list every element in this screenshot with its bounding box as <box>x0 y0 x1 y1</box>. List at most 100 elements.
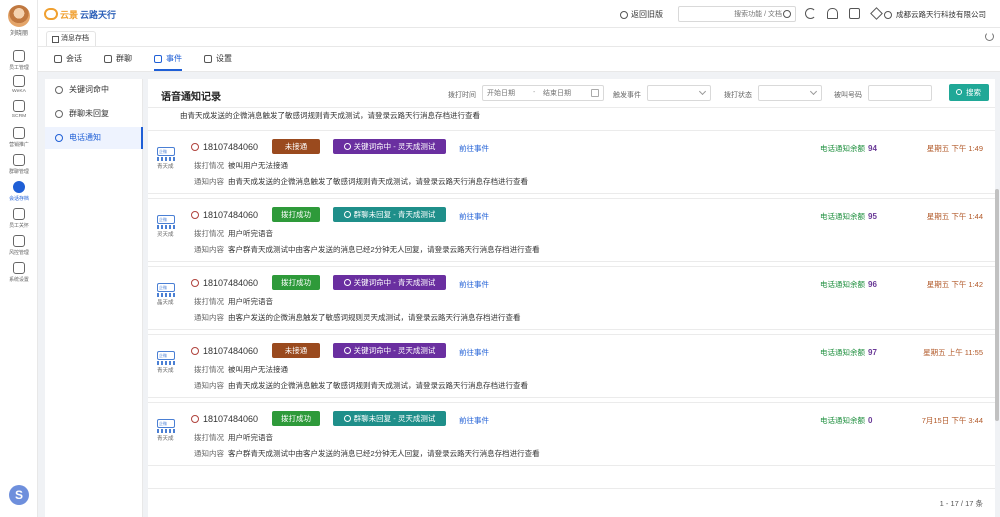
globe-icon <box>620 10 628 19</box>
search-box[interactable] <box>678 6 796 22</box>
main-panel: 语音通知记录 拨打时间 - 触发事件 拨打状态 被叫号码 搜索 由青天成发送的企… <box>148 79 999 517</box>
event-type-menu: 关键词命中 群聊未回复 电话通知 <box>45 79 143 517</box>
remaining-label: 电话通知余额 <box>820 416 865 425</box>
menu-item-keyword-hit[interactable]: 关键词命中 <box>45 79 143 101</box>
call-detail-value: 用户听完语音 <box>228 297 273 306</box>
record-card: 企微 青天成 18107484060 未接通 关键词命中 - 灵天成测试 前往事件 拨打情况… <box>148 130 995 194</box>
tab-session[interactable]: 会话 <box>54 47 82 71</box>
remaining-count: 95 <box>868 212 877 221</box>
rail-item-archive[interactable]: 会话存档 <box>0 181 38 202</box>
rail-item-staff[interactable]: 员工管理 <box>0 50 38 71</box>
phone-text: 18107484060 <box>203 210 259 220</box>
record-list[interactable]: 由青天成发送的企微消息触发了敏感词规则青天成测试，请登录云路天行消息存档进行查看… <box>148 108 995 488</box>
call-detail-row: 拨打情况 用户听完语音 <box>194 228 273 239</box>
page-title: 语音通知记录 <box>161 92 221 103</box>
record-time: 7月15日 下午 3:44 <box>921 416 983 425</box>
phone-number: 18107484060 <box>191 278 258 288</box>
search-input[interactable] <box>682 8 782 20</box>
call-detail-value: 用户听完语音 <box>228 229 273 238</box>
goto-event-link[interactable]: 前往事件 <box>459 211 489 222</box>
remaining-balance: 电话通知余额 0 <box>820 415 872 426</box>
goto-event-link[interactable]: 前往事件 <box>459 347 489 358</box>
search-icon[interactable] <box>783 10 791 18</box>
start-date-input[interactable] <box>487 88 531 99</box>
phone-text: 18107484060 <box>203 414 259 424</box>
remaining-label: 电话通知余额 <box>820 144 865 153</box>
date-range-picker[interactable]: - <box>482 85 604 101</box>
call-detail-value: 被叫用户无法接通 <box>228 161 288 170</box>
notify-content-key: 通知内容 <box>194 177 224 186</box>
menu-item-phone-notify[interactable]: 电话通知 <box>45 127 143 149</box>
rail-item-label: 群聊管理 <box>9 169 29 175</box>
partial-record-content: 由青天成发送的企微消息触发了敏感词规则青天成测试，请登录云路天行消息存档进行查看 <box>180 111 480 120</box>
rail-item-weka[interactable]: WeKA <box>0 75 38 94</box>
remaining-count: 0 <box>868 416 873 425</box>
brand-mark-icon <box>44 8 58 20</box>
weka-icon <box>13 75 25 87</box>
goto-event-link[interactable]: 前往事件 <box>459 143 489 154</box>
document-icon[interactable] <box>849 8 860 19</box>
rail-item-marketing[interactable]: 营销推广 <box>0 127 38 148</box>
rail-item-label: SCRM <box>11 113 27 119</box>
rail-item-scrm[interactable]: SCRM <box>0 100 38 119</box>
wecom-contact-thumb: 企微 晶天成 <box>157 283 179 309</box>
call-status-badge: 未接通 <box>272 139 320 154</box>
called-number-field[interactable] <box>868 85 932 101</box>
diamond-icon[interactable] <box>870 7 883 20</box>
phone-number: 18107484060 <box>191 346 258 356</box>
goto-event-link[interactable]: 前往事件 <box>459 279 489 290</box>
notify-content-key: 通知内容 <box>194 245 224 254</box>
group-icon <box>343 415 351 422</box>
page-tab-message-archive[interactable]: 消息存档 <box>46 31 96 46</box>
company-switcher[interactable]: 成都云路天行科技有限公司 <box>884 9 986 20</box>
goto-event-link[interactable]: 前往事件 <box>459 415 489 426</box>
rail-item-group-manage[interactable]: 群聊管理 <box>0 154 38 175</box>
tab-label: 会话 <box>66 54 82 63</box>
range-separator: - <box>533 89 536 96</box>
archive-icon <box>13 181 25 193</box>
called-number-input[interactable] <box>873 88 929 99</box>
call-status-badge: 拨打成功 <box>272 275 320 290</box>
tab-settings[interactable]: 设置 <box>204 47 232 71</box>
contact-name: 青天成 <box>157 368 174 374</box>
tab-group-chat[interactable]: 群聊 <box>104 47 132 71</box>
scrm-icon <box>13 100 25 112</box>
back-to-old-version-link[interactable]: 返回旧版 <box>620 9 663 20</box>
remaining-count: 94 <box>868 144 877 153</box>
call-status-badge: 拨打成功 <box>272 411 320 426</box>
record-card: 企微 晶天成 18107484060 拨打成功 关键词命中 - 青天成测试 前往事件 拨打情… <box>148 266 995 330</box>
rail-item-label: WeKA <box>12 88 26 94</box>
phone-text: 18107484060 <box>203 346 259 356</box>
tab-label: 群聊 <box>116 54 132 63</box>
sub-tabs: 会话 群聊 事件 设置 <box>38 47 1000 72</box>
dark-mode-icon[interactable] <box>805 8 816 19</box>
call-detail-key: 拨打情况 <box>194 161 224 170</box>
phone-call-icon <box>191 347 199 355</box>
event-badge: 关键词命中 - 青天成测试 <box>333 275 446 290</box>
menu-item-group-no-reply[interactable]: 群聊未回复 <box>45 103 143 125</box>
event-badge: 群聊未回复 - 灵天成测试 <box>333 411 446 426</box>
refresh-icon[interactable] <box>985 32 994 41</box>
group-icon <box>55 110 63 118</box>
call-status-select[interactable] <box>758 85 822 101</box>
event-badge: 关键词命中 - 灵天成测试 <box>333 343 446 358</box>
trigger-event-select[interactable] <box>647 85 711 101</box>
brand-logo[interactable]: 云景 云路天行 <box>44 6 116 22</box>
back-old-label: 返回旧版 <box>631 10 663 19</box>
rail-item-care[interactable]: 员工关怀 <box>0 208 38 229</box>
end-date-input[interactable] <box>543 88 587 99</box>
rail-item-settings[interactable]: 系统设置 <box>0 262 38 283</box>
notify-content-value: 由青天成发送的企微消息触发了敏感词规则青天成测试，请登录云路天行消息存档进行查看 <box>228 381 528 390</box>
staff-icon <box>13 50 25 62</box>
remaining-count: 96 <box>868 280 877 289</box>
call-status-badge: 拨打成功 <box>272 207 320 222</box>
menu-label: 关键词命中 <box>69 85 109 94</box>
search-button[interactable]: 搜索 <box>949 84 989 101</box>
call-status-label: 拨打状态 <box>724 92 752 99</box>
scrollbar[interactable] <box>995 189 999 421</box>
rail-item-risk[interactable]: 风控管理 <box>0 235 38 256</box>
tab-events[interactable]: 事件 <box>154 47 182 71</box>
bell-icon[interactable] <box>827 8 838 19</box>
avatar[interactable] <box>8 5 30 27</box>
contact-name: 晶天成 <box>157 300 174 306</box>
